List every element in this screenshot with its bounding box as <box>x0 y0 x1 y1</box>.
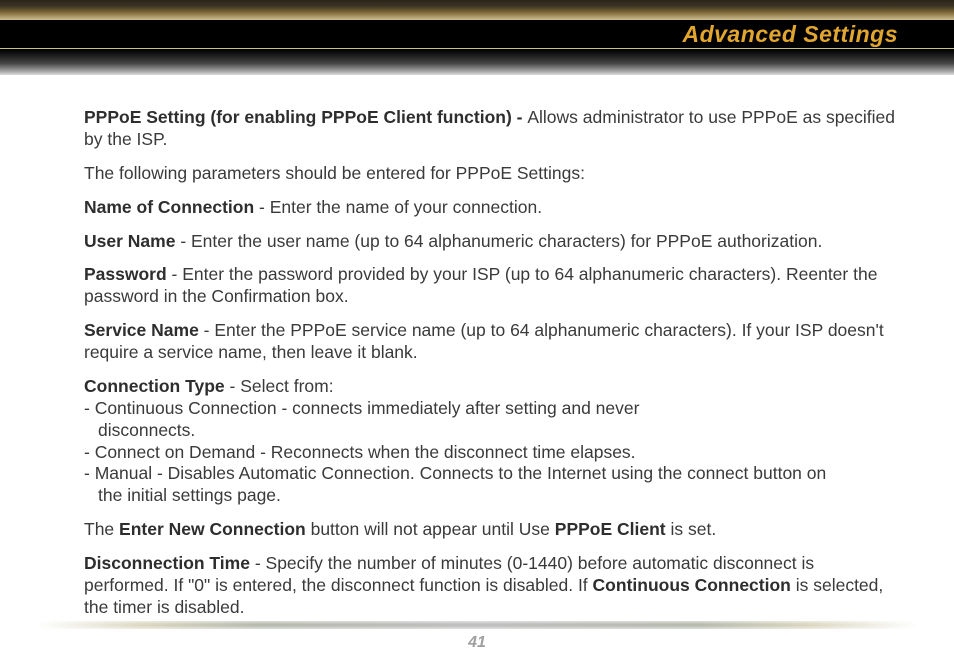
label-password: Password <box>84 264 167 284</box>
text-pre: The <box>84 519 119 539</box>
sub-gradient-bar <box>0 49 954 75</box>
label-connection-type: Connection Type <box>84 376 225 396</box>
para-name-of-connection: Name of Connection - Enter the name of y… <box>84 197 898 219</box>
text-user-name: - Enter the user name (up to 64 alphanum… <box>175 231 822 251</box>
text-post: is set. <box>666 519 717 539</box>
content-area: PPPoE Setting (for enabling PPPoE Client… <box>0 75 954 619</box>
option-on-demand: - Connect on Demand - Reconnects when th… <box>84 442 898 464</box>
title-band: Advanced Settings <box>0 20 954 48</box>
para-pppoe-setting: PPPoE Setting (for enabling PPPoE Client… <box>84 107 898 151</box>
label-enter-new-connection: Enter New Connection <box>119 519 306 539</box>
top-gradient-bar <box>0 0 954 20</box>
page-number: 41 <box>468 634 486 651</box>
text-name-of-connection: - Enter the name of your connection. <box>254 197 542 217</box>
option-manual: - Manual - Disables Automatic Connection… <box>84 463 898 485</box>
text-mid: button will not appear until Use <box>306 519 555 539</box>
para-disconnection-time: Disconnection Time - Specify the number … <box>84 553 898 619</box>
para-intro: The following parameters should be enter… <box>84 163 898 185</box>
para-service-name: Service Name - Enter the PPPoE service n… <box>84 320 898 364</box>
para-password: Password - Enter the password provided b… <box>84 264 898 308</box>
option-continuous-cont: disconnects. <box>84 420 898 442</box>
label-disconnection-time: Disconnection Time <box>84 553 250 573</box>
page-title: Advanced Settings <box>682 20 898 49</box>
option-continuous: - Continuous Connection - connects immed… <box>84 398 898 420</box>
footer: 41 <box>0 621 954 649</box>
label-pppoe-client: PPPoE Client <box>555 519 666 539</box>
para-user-name: User Name - Enter the user name (up to 6… <box>84 231 898 253</box>
text-connection-type: - Select from: <box>225 376 334 396</box>
label-pppoe-setting: PPPoE Setting (for enabling PPPoE Client… <box>84 107 527 127</box>
text-service-name: - Enter the PPPoE service name (up to 64… <box>84 320 884 362</box>
option-manual-cont: the initial settings page. <box>84 485 898 507</box>
label-user-name: User Name <box>84 231 175 251</box>
label-name-of-connection: Name of Connection <box>84 197 254 217</box>
footer-divider <box>36 621 918 629</box>
para-connection-type: Connection Type - Select from: - Continu… <box>84 376 898 507</box>
para-enter-new-connection: The Enter New Connection button will not… <box>84 519 898 541</box>
label-continuous-connection: Continuous Connection <box>593 575 791 595</box>
text-password: - Enter the password provided by your IS… <box>84 264 877 306</box>
label-service-name: Service Name <box>84 320 199 340</box>
